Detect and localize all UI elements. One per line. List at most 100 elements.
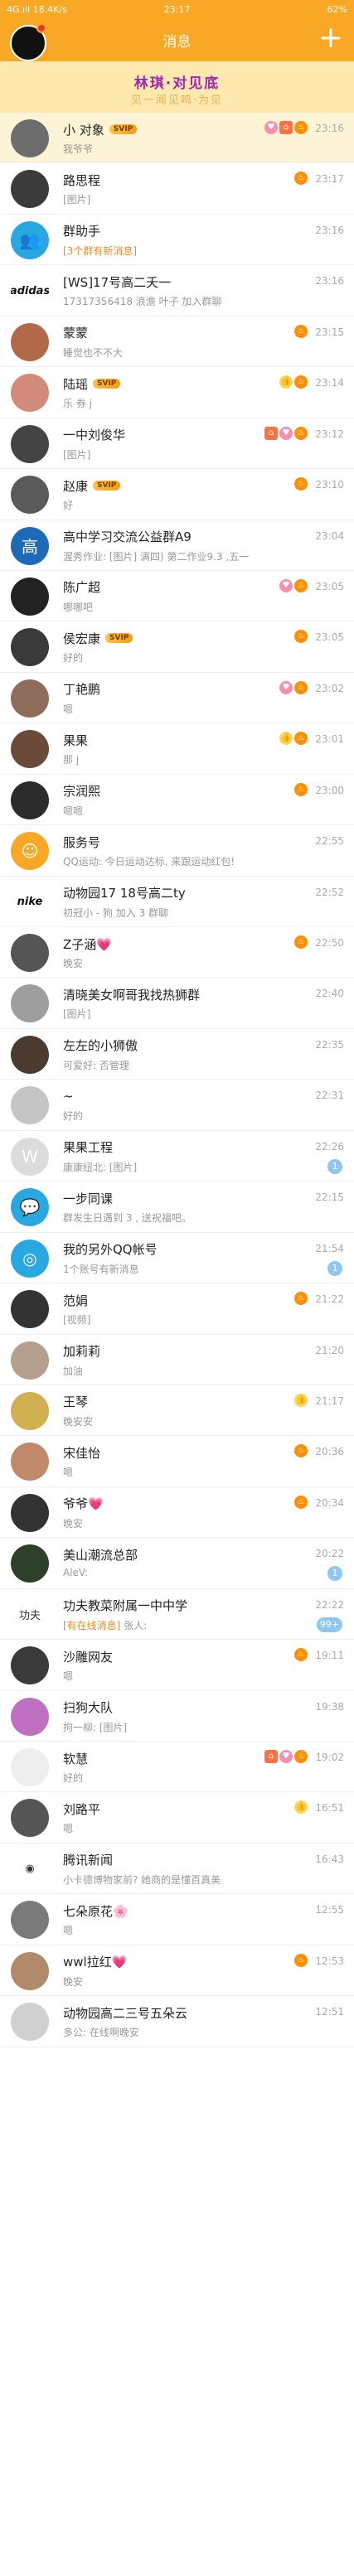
- avatar[interactable]: [11, 1290, 49, 1329]
- avatar[interactable]: [11, 374, 49, 413]
- conversation-row[interactable]: nike 动物园17 18号高二ty 初冠小 - 狗 加入 3 群聊 22:52: [0, 876, 354, 927]
- conversation-row[interactable]: 果果那 j 23:01 👍 ♨: [0, 723, 354, 775]
- conversation-row[interactable]: adidas [WS]17号高二夭一 17317356418 浪澹 叶子 加入群聊 2…: [0, 265, 354, 317]
- conversation-row[interactable]: 加莉莉 加油 21:20: [0, 1334, 354, 1385]
- conversation-row[interactable]: 七朵原花🌸 嗯 12:55: [0, 1894, 354, 1945]
- name-line: 扫狗大队: [63, 1699, 113, 1717]
- conversation-row[interactable]: ◉ 腾讯新闻 小卡德博物家前? 她商的是懂百真美 16:43: [0, 1843, 354, 1895]
- message-preview: 拘一柳: [图片]: [63, 1720, 127, 1734]
- avatar[interactable]: [11, 1901, 49, 1940]
- avatar[interactable]: [11, 476, 49, 515]
- message-text: 好: [63, 500, 74, 512]
- avatar[interactable]: [11, 1544, 49, 1583]
- avatar[interactable]: [11, 628, 49, 667]
- avatar[interactable]: [11, 1086, 49, 1125]
- avatar[interactable]: [11, 1646, 49, 1685]
- conversation-row[interactable]: 刘路平嗯 16:51 👍: [0, 1792, 354, 1844]
- avatar[interactable]: adidas: [11, 272, 49, 311]
- avatar[interactable]: W: [11, 1137, 49, 1176]
- conversation-row[interactable]: 侯宏康 SVIP 好的 23:05 ♨: [0, 621, 354, 673]
- conversation-row[interactable]: 赵康 SVIP 好 23:10 ♨: [0, 469, 354, 520]
- avatar[interactable]: [11, 577, 49, 616]
- avatar[interactable]: ◎: [11, 1239, 49, 1278]
- conversation-row[interactable]: 功夫 功夫教菜附属一中中学 [有在线消息] 张人: 22:22 99+: [0, 1588, 354, 1641]
- conversation-row[interactable]: ☺ 服务号 QQ运动: 今日运动达标, 来跟运动红包! 22:55: [0, 825, 354, 877]
- conversation-row[interactable]: 陈广超 哪哪吧 23:05 ♥ ♨: [0, 570, 354, 622]
- avatar[interactable]: [11, 781, 49, 819]
- avatar[interactable]: [11, 170, 49, 209]
- contact-name: 路思程: [63, 172, 101, 188]
- avatar[interactable]: [11, 1341, 49, 1380]
- avatar-icon: 👥: [19, 230, 41, 250]
- top-banner[interactable]: 林琪·对见底 见一闻见鸣·为见: [0, 61, 354, 113]
- avatar[interactable]: [11, 1391, 49, 1430]
- conversation-row[interactable]: Z子涵💗 晚安 22:50 ♨: [0, 927, 354, 979]
- conversation-row[interactable]: W 果果工程 康康纽北: [图片] 22:26 1: [0, 1130, 354, 1182]
- avatar[interactable]: [11, 1748, 49, 1786]
- avatar[interactable]: 功夫: [11, 1595, 49, 1634]
- timestamp: 21:20: [315, 1344, 344, 1356]
- avatar-icon: nike: [17, 896, 43, 909]
- fire-badge-icon: ♨: [294, 324, 308, 338]
- badge-group: ♨: [294, 1292, 308, 1306]
- name-line: 范娟: [63, 1291, 88, 1309]
- avatar[interactable]: [11, 984, 49, 1023]
- conversation-row[interactable]: 💬 一步同课 群发生日遇到 3 , 送祝福吧。 22:15: [0, 1182, 354, 1233]
- message-text: [图片]: [63, 448, 91, 461]
- avatar[interactable]: 高: [11, 526, 49, 565]
- avatar[interactable]: [11, 1035, 49, 1074]
- avatar[interactable]: 💬: [11, 1188, 49, 1227]
- avatar[interactable]: [11, 1697, 49, 1736]
- fire-badge-icon: ♨: [294, 172, 308, 186]
- conversation-row[interactable]: 动物园高二三号五朵云 多公: 在线啊晚安 12:51: [0, 1996, 354, 2047]
- conversation-row[interactable]: 高 高中学习交流公益群A9 渥秀作业: [图片] 满四) 第二作业9.3 ,五一 23…: [0, 520, 354, 571]
- avatar[interactable]: [11, 2003, 49, 2042]
- heart-badge-icon: ♥: [279, 426, 293, 440]
- conversation-row[interactable]: 扫狗大队 拘一柳: [图片] 19:38: [0, 1690, 354, 1742]
- conversation-row[interactable]: ◎ 我的另外QQ帐号 1个账号有新消息 21:54 1: [0, 1232, 354, 1284]
- avatar[interactable]: [11, 1799, 49, 1838]
- conversation-row[interactable]: 陆瑶 SVIP 乐 券 j 23:14 👍 ♨: [0, 367, 354, 418]
- conversation-row[interactable]: 👥 群助手 [3个群有新消息] 23:16: [0, 214, 354, 266]
- timestamp: 23:16: [315, 123, 344, 134]
- avatar[interactable]: ◉: [11, 1849, 49, 1888]
- avatar[interactable]: nike: [11, 882, 49, 921]
- avatar[interactable]: [11, 1493, 49, 1532]
- conversation-row[interactable]: 清晓美女啊哥我找热狮群 [图片] 22:40: [0, 978, 354, 1029]
- avatar[interactable]: [11, 119, 49, 157]
- conversation-row[interactable]: 爷爷💗 晚安 20:34 ♨: [0, 1486, 354, 1539]
- heart-badge-icon: ♥: [279, 1750, 293, 1763]
- conversation-row[interactable]: 宗润熙 嗯嗯 23:00 ♨: [0, 774, 354, 826]
- fire-badge-icon: ♨: [294, 426, 308, 440]
- conversation-row[interactable]: ~ 好的 22:31: [0, 1080, 354, 1131]
- timestamp: 22:55: [315, 835, 344, 848]
- avatar[interactable]: [11, 679, 49, 718]
- contact-name: 群助手: [63, 224, 101, 239]
- conversation-row[interactable]: 宋佳怡嗯 20:36 ♨: [0, 1436, 354, 1487]
- avatar[interactable]: [11, 424, 49, 463]
- avatar[interactable]: ☺: [11, 832, 49, 871]
- conversation-row[interactable]: 沙雕网友嗯 19:11 ♨: [0, 1640, 354, 1691]
- avatar[interactable]: [11, 730, 49, 769]
- conversation-row[interactable]: 左左的小狮傲 可爱好: 否管理 22:35: [0, 1028, 354, 1080]
- avatar[interactable]: 👥: [11, 220, 49, 259]
- avatar[interactable]: [11, 934, 49, 972]
- conversation-row[interactable]: 丁艳鹏嗯 23:02 ♥ ♨: [0, 672, 354, 724]
- add-plus-icon[interactable]: +: [316, 23, 346, 53]
- conversation-row[interactable]: 美山潮流总部 AleV: 20:22 1: [0, 1538, 354, 1589]
- contact-name: 宋佳怡: [63, 1445, 101, 1461]
- conversation-row[interactable]: 王琴 晚安安 21:17 👍: [0, 1385, 354, 1437]
- badge-group: ♨: [294, 477, 308, 491]
- avatar[interactable]: [11, 1443, 49, 1481]
- avatar[interactable]: [11, 322, 49, 361]
- name-line: 加莉莉: [63, 1342, 100, 1360]
- conversation-row[interactable]: 蒙蒙 睡觉也不不大 23:15 ♨: [0, 316, 354, 368]
- timestamp: 22:15: [315, 1191, 344, 1204]
- avatar[interactable]: [11, 1951, 49, 1990]
- conversation-row[interactable]: 路思程 [图片] 23:17 ♨: [0, 163, 354, 215]
- conversation-row[interactable]: 软慧 好的 19:02 ⌂ ♥ ♨: [0, 1742, 354, 1793]
- conversation-row[interactable]: 一中刘俊华 [图片] 23:12 ⌂ ♥ ♨: [0, 418, 354, 470]
- conversation-row[interactable]: 小 对象 SVIP 我爷爷 23:16 ♥ ⌂ ♨: [0, 113, 354, 164]
- conversation-row[interactable]: 范娟 [视频] 21:22 ♨: [0, 1283, 354, 1335]
- conversation-row[interactable]: wwl拉红💗 晚安 12:53 ♨: [0, 1945, 354, 1997]
